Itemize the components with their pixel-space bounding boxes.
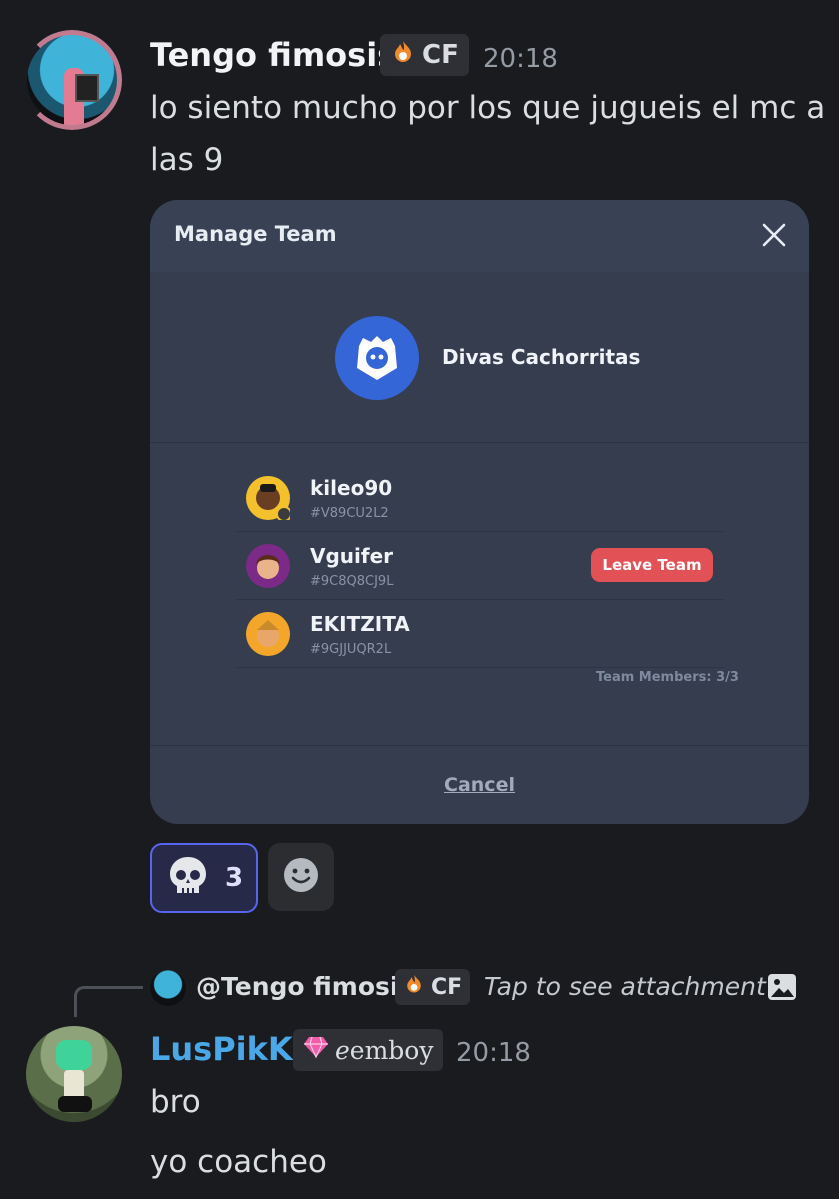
message-text: lo siento mucho por los que jugueis el m… [150,90,826,178]
role-tag[interactable]: ℯemboy [293,1029,444,1071]
message-author[interactable]: Tengo fimosis [150,36,396,74]
timestamp: 20:18 [483,44,558,74]
image-icon [766,971,798,1003]
member-avatar [246,476,292,522]
divider [236,599,724,600]
gem-icon [303,1035,329,1065]
member-tag: #9C8Q8CJ9L [310,574,394,589]
image-attachment[interactable]: Manage Team Divas Cachorritas kileo90 #V… [150,200,809,824]
team-member-row: EKITZITA #9GJJUQR2L [236,602,724,668]
member-avatar [246,612,290,656]
divider [150,745,809,746]
role-tag-label: ℯemboy [335,1035,434,1065]
team-badge-icon [335,316,419,400]
close-icon [759,220,789,250]
fire-icon [403,973,425,1001]
member-tag: #V89CU2L2 [310,506,389,521]
member-name: Vguifer [310,544,394,568]
team-name: Divas Cachorritas [442,345,641,369]
role-tag[interactable]: CF [380,34,469,76]
team-members-count: Team Members: 3/3 [596,670,739,685]
member-tag: #9GJJUQR2L [310,642,392,657]
skull-icon [165,853,211,903]
message-text: yo coacheo [150,1144,327,1180]
member-avatar [246,544,290,588]
reply-avatar[interactable] [150,970,186,1006]
message-author[interactable]: LusPikK [150,1030,293,1068]
add-reaction-button[interactable] [268,843,334,911]
user-avatar-tengo[interactable] [22,30,122,130]
reply-mention[interactable]: @Tengo fimosis [196,972,413,1001]
message-text: bro [150,1084,201,1120]
role-tag-label: CF [422,40,459,70]
modal-title: Manage Team [174,222,337,246]
divider [150,442,809,443]
smiley-icon [281,855,321,899]
divider [236,531,724,532]
member-name: kileo90 [310,476,393,500]
user-avatar-luspikk[interactable] [26,1026,122,1122]
team-member-row: kileo90 #V89CU2L2 [236,466,724,532]
reply-role-tag-label: CF [431,974,463,1000]
reply-connector [74,986,143,1017]
reaction-skull[interactable]: 3 [150,843,258,913]
leave-team-button: Leave Team [591,548,713,582]
cancel-button: Cancel [444,774,515,796]
reaction-count: 3 [224,863,244,893]
reply-preview-text[interactable]: Tap to see attachment [484,972,766,1001]
reply-role-tag[interactable]: CF [395,969,471,1005]
fire-icon [390,39,416,72]
divider [236,667,724,668]
timestamp: 20:18 [456,1038,531,1068]
member-name: EKITZITA [310,612,410,636]
